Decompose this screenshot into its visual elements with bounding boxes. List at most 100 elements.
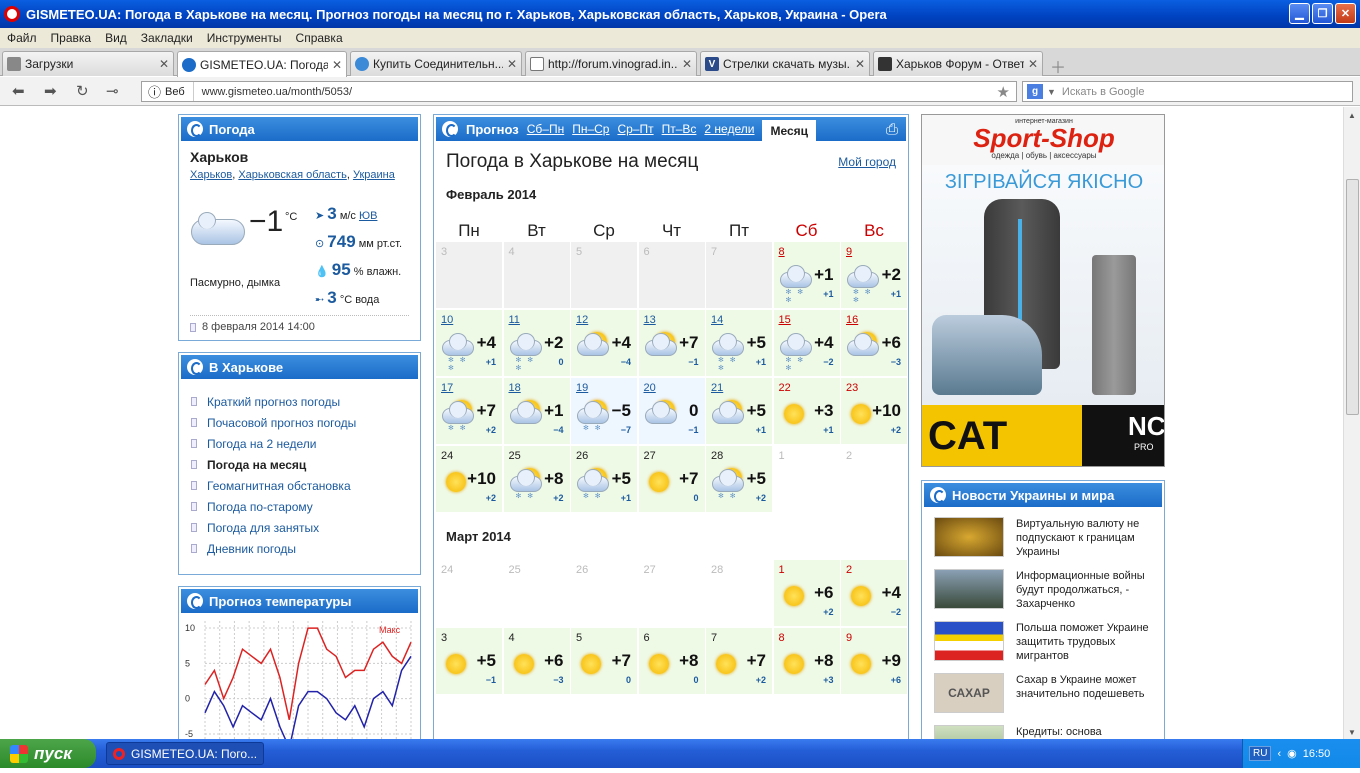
calendar-day[interactable]: 14 ✻ ✻ ✻ +5 +1: [706, 310, 772, 376]
calendar-day[interactable]: 5 +7 0: [571, 628, 637, 694]
tab-sat-mon[interactable]: Сб–Пн: [527, 122, 564, 136]
minimize-button[interactable]: ▁: [1289, 3, 1310, 24]
tab-fri-sun[interactable]: Пт–Вс: [662, 122, 697, 136]
page-scrollbar[interactable]: ▲ ▼: [1343, 107, 1360, 739]
link-hourly-forecast[interactable]: Почасовой прогноз погоды: [191, 412, 420, 433]
search-field[interactable]: g ▼ Искать в Google: [1022, 81, 1353, 102]
news-title[interactable]: Виртуальную валюту не подпускают к грани…: [1016, 517, 1156, 559]
maximize-button[interactable]: ❐: [1312, 3, 1333, 24]
link-old-style[interactable]: Погода по-старому: [191, 496, 420, 517]
tab-close-icon[interactable]: ✕: [1028, 57, 1038, 71]
location-link-country[interactable]: Украина: [353, 169, 395, 181]
calendar-day[interactable]: 1 +6 +2: [773, 560, 840, 626]
calendar-day[interactable]: 16 +6 −3: [841, 310, 907, 376]
scroll-down-icon[interactable]: ▼: [1344, 728, 1360, 737]
calendar-day[interactable]: 9 +9 +6: [841, 628, 907, 694]
link-geomagnetic[interactable]: Геомагнитная обстановка: [191, 475, 420, 496]
calendar-day[interactable]: 19 ✻ ✻ −5 −7: [571, 378, 637, 444]
calendar-day[interactable]: 12 +4 −4: [571, 310, 637, 376]
calendar-day[interactable]: 23 +10 +2: [841, 378, 907, 444]
calendar-day[interactable]: 26 ✻ ✻ +5 +1: [571, 446, 637, 512]
calendar-day[interactable]: 25 ✻ ✻ +8 +2: [503, 446, 570, 512]
calendar-day[interactable]: 2 +4 −2: [841, 560, 907, 626]
calendar-day[interactable]: 11 ✻ ✻ ✻ +2 0: [503, 310, 570, 376]
calendar-day[interactable]: 3 +5 −1: [436, 628, 502, 694]
tab-downloads[interactable]: Загрузки ✕: [2, 51, 174, 76]
link-busy[interactable]: Погода для занятых: [191, 517, 420, 538]
tab-month[interactable]: Месяц: [762, 120, 817, 141]
location-link-region[interactable]: Харьковская область: [238, 169, 347, 181]
link-diary[interactable]: Дневник погоды: [191, 538, 420, 559]
bookmark-star-icon[interactable]: ★: [997, 83, 1010, 101]
calendar-day[interactable]: 20 0 −1: [638, 378, 705, 444]
tray-arrow-icon[interactable]: ‹: [1277, 748, 1281, 760]
day-temperature: +9: [881, 651, 901, 670]
language-indicator[interactable]: RU: [1249, 746, 1272, 761]
reload-icon[interactable]: ↻: [76, 82, 89, 100]
calendar-day[interactable]: 21 +5 +1: [706, 378, 772, 444]
menu-view[interactable]: Вид: [98, 31, 134, 45]
menu-tools[interactable]: Инструменты: [200, 31, 289, 45]
tab-close-icon[interactable]: ✕: [507, 57, 517, 71]
tab-kharkov-forum[interactable]: Харьков Форум - Ответ... ✕: [873, 51, 1043, 76]
new-tab-icon[interactable]: ＋: [1050, 54, 1066, 78]
key-icon[interactable]: ⊸: [106, 82, 119, 100]
start-button[interactable]: пуск: [0, 739, 96, 768]
calendar-day[interactable]: 4 +6 −3: [503, 628, 570, 694]
tab-close-icon[interactable]: ✕: [332, 58, 342, 72]
news-title[interactable]: Польша поможет Украине защитить трудовых…: [1016, 621, 1156, 663]
calendar-day[interactable]: 18 +1 −4: [503, 378, 570, 444]
news-item[interactable]: Польша поможет Украине защитить трудовых…: [934, 621, 1159, 669]
calendar-day[interactable]: 8 +8 +3: [773, 628, 840, 694]
night-temperature: 0: [625, 675, 631, 685]
news-item[interactable]: Виртуальную валюту не подпускают к грани…: [934, 517, 1159, 565]
calendar-day[interactable]: 15 ✻ ✻ ✻ +4 −2: [773, 310, 840, 376]
tab-wed-fri[interactable]: Ср–Пт: [617, 122, 653, 136]
chevron-down-icon[interactable]: ▼: [1047, 87, 1056, 97]
menu-file[interactable]: Файл: [0, 31, 44, 45]
calendar-day[interactable]: 6 +8 0: [638, 628, 705, 694]
day-temperature: +5: [611, 469, 631, 488]
link-two-weeks[interactable]: Погода на 2 недели: [191, 433, 420, 454]
news-item[interactable]: Информационные войны будут продолжаться,…: [934, 569, 1159, 617]
calendar-day[interactable]: 17 ✻ ✻ +7 +2: [436, 378, 502, 444]
tab-close-icon[interactable]: ✕: [682, 57, 692, 71]
scroll-thumb[interactable]: [1346, 179, 1359, 415]
back-icon[interactable]: ⬅: [12, 82, 25, 100]
tab-strelki[interactable]: V Стрелки скачать музы... ✕: [700, 51, 870, 76]
tab-close-icon[interactable]: ✕: [855, 57, 865, 71]
forward-icon[interactable]: ➡: [44, 82, 57, 100]
link-short-forecast[interactable]: Краткий прогноз погоды: [191, 391, 420, 412]
close-button[interactable]: ✕: [1335, 3, 1356, 24]
news-item[interactable]: САХАР Сахар в Украине может значительно …: [934, 673, 1159, 721]
calendar-day[interactable]: 9 ✻ ✻ ✻ +2 +1: [841, 242, 907, 308]
calendar-day[interactable]: 22 +3 +1: [773, 378, 840, 444]
my-city-link[interactable]: Мой город: [838, 155, 896, 169]
url-field[interactable]: ⓘ Веб www.gismeteo.ua/month/5053/ ★: [141, 81, 1017, 102]
news-title[interactable]: Кредиты: основа: [1016, 725, 1156, 739]
news-title[interactable]: Информационные войны будут продолжаться,…: [1016, 569, 1156, 611]
tab-forum-vinograd[interactable]: http://forum.vinograd.in... ✕: [525, 51, 697, 76]
location-link-city[interactable]: Харьков: [190, 169, 232, 181]
news-title[interactable]: Сахар в Украине может значительно подеше…: [1016, 673, 1156, 701]
tab-mon-wed[interactable]: Пн–Ср: [572, 122, 609, 136]
menu-edit[interactable]: Правка: [44, 31, 99, 45]
tab-close-icon[interactable]: ✕: [159, 57, 169, 71]
calendar-day[interactable]: 27 +7 0: [638, 446, 705, 512]
volume-icon[interactable]: ◉: [1287, 747, 1297, 760]
taskbar-item-opera[interactable]: GISMETEO.UA: Пого...: [106, 742, 264, 765]
scroll-up-icon[interactable]: ▲: [1344, 107, 1360, 120]
calendar-day[interactable]: 28 ✻ ✻ +5 +2: [706, 446, 772, 512]
menu-bookmarks[interactable]: Закладки: [134, 31, 200, 45]
calendar-day[interactable]: 8 ✻ ✻ ✻ +1 +1: [773, 242, 840, 308]
calendar-day[interactable]: 10 ✻ ✻ ✻ +4 +1: [436, 310, 502, 376]
print-icon[interactable]: ⎙: [886, 121, 898, 138]
calendar-day[interactable]: 13 +7 −1: [638, 310, 705, 376]
calendar-day[interactable]: 24 +10 +2: [436, 446, 502, 512]
sport-shop-ad[interactable]: интернет-магазин Sport-Shop одежда | обу…: [921, 114, 1165, 467]
menu-help[interactable]: Справка: [289, 31, 350, 45]
tab-two-weeks[interactable]: 2 недели: [704, 122, 754, 136]
tab-buy[interactable]: Купить Соединительн... ✕: [350, 51, 522, 76]
calendar-day[interactable]: 7 +7 +2: [706, 628, 772, 694]
tab-gismeteo[interactable]: GISMETEO.UA: Погода ... ✕: [177, 51, 347, 77]
